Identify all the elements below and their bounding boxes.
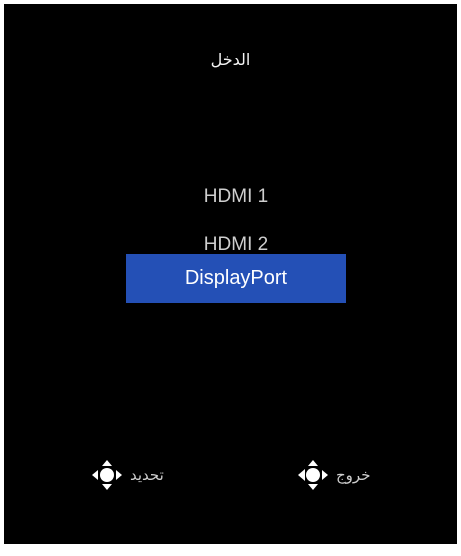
joystick-select-icon [92, 460, 122, 490]
osd-menu: الدخل HDMI 1 HDMI 2 DisplayPort تحديد خر… [4, 4, 457, 544]
input-option-hdmi1[interactable]: HDMI 1 [126, 172, 346, 221]
menu-title: الدخل [210, 50, 251, 69]
select-hint[interactable]: تحديد [90, 458, 168, 492]
joystick-back-icon [298, 460, 328, 490]
exit-label: خروج [336, 466, 371, 484]
input-option-displayport[interactable]: DisplayPort [126, 254, 346, 303]
select-label: تحديد [130, 466, 164, 484]
exit-hint[interactable]: خروج [296, 458, 374, 492]
